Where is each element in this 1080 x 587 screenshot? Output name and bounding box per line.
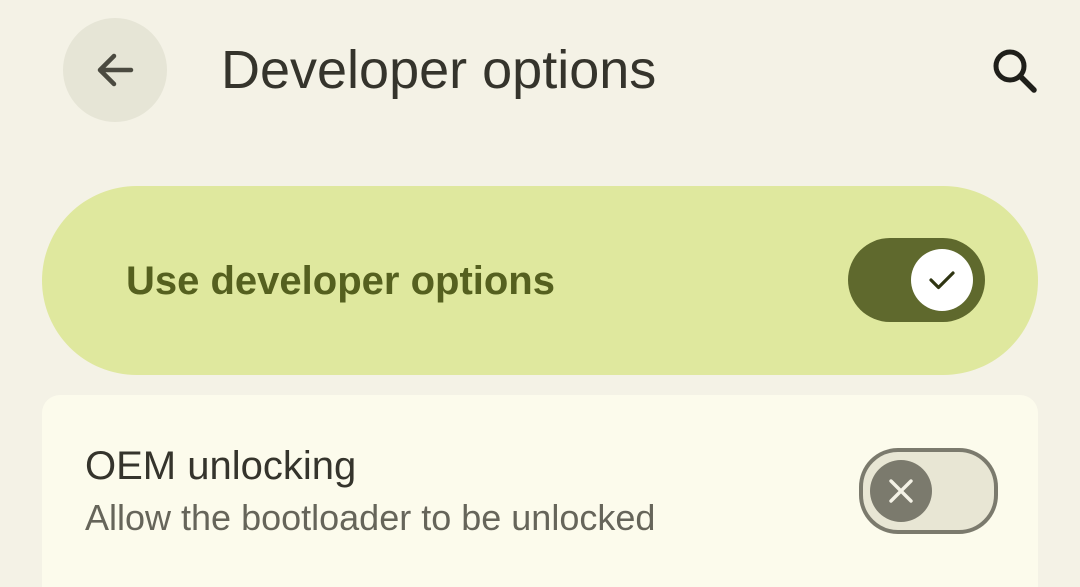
oem-unlocking-title: OEM unlocking [85,444,357,488]
toggle-thumb [911,249,973,311]
oem-unlocking-summary: Allow the bootloader to be unlocked [85,497,656,538]
search-button[interactable] [980,40,1050,102]
use-developer-options-switch-bar[interactable]: Use developer options [42,186,1038,375]
use-developer-options-toggle[interactable] [848,238,985,322]
close-icon [889,479,913,503]
use-developer-options-label: Use developer options [126,259,555,303]
search-icon [993,49,1037,93]
oem-unlocking-preference[interactable]: OEM unlocking Allow the bootloader to be… [42,395,1038,587]
developer-options-screen: Developer options Use developer options … [0,0,1080,587]
arrow-back-icon [97,53,134,87]
check-icon [929,271,955,290]
page-title: Developer options [221,40,657,100]
toggle-thumb [870,460,932,522]
oem-unlocking-toggle[interactable] [859,448,998,534]
back-button[interactable] [63,18,167,122]
